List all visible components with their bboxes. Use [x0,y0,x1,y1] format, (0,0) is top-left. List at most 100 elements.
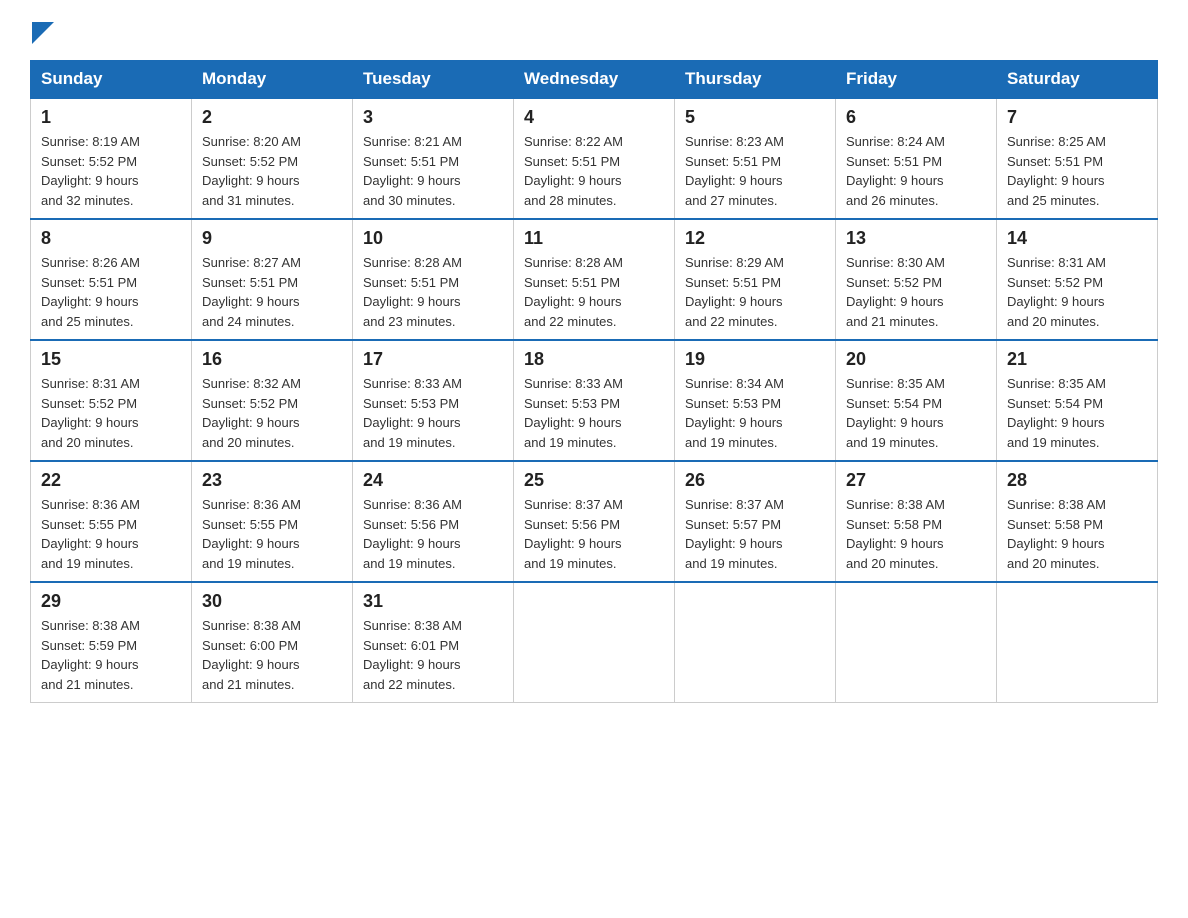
calendar-cell: 16 Sunrise: 8:32 AM Sunset: 5:52 PM Dayl… [192,340,353,461]
day-number: 21 [1007,349,1147,370]
day-info: Sunrise: 8:21 AM Sunset: 5:51 PM Dayligh… [363,132,503,210]
day-info: Sunrise: 8:28 AM Sunset: 5:51 PM Dayligh… [524,253,664,331]
day-number: 20 [846,349,986,370]
calendar-cell: 4 Sunrise: 8:22 AM Sunset: 5:51 PM Dayli… [514,98,675,219]
week-row-2: 8 Sunrise: 8:26 AM Sunset: 5:51 PM Dayli… [31,219,1158,340]
calendar-cell [514,582,675,703]
day-info: Sunrise: 8:22 AM Sunset: 5:51 PM Dayligh… [524,132,664,210]
calendar-cell: 26 Sunrise: 8:37 AM Sunset: 5:57 PM Dayl… [675,461,836,582]
day-number: 9 [202,228,342,249]
weekday-header-saturday: Saturday [997,61,1158,99]
day-number: 26 [685,470,825,491]
calendar-cell [836,582,997,703]
day-info: Sunrise: 8:38 AM Sunset: 5:58 PM Dayligh… [846,495,986,573]
day-info: Sunrise: 8:36 AM Sunset: 5:55 PM Dayligh… [41,495,181,573]
day-info: Sunrise: 8:30 AM Sunset: 5:52 PM Dayligh… [846,253,986,331]
day-number: 28 [1007,470,1147,491]
week-row-4: 22 Sunrise: 8:36 AM Sunset: 5:55 PM Dayl… [31,461,1158,582]
weekday-header-friday: Friday [836,61,997,99]
calendar-cell: 31 Sunrise: 8:38 AM Sunset: 6:01 PM Dayl… [353,582,514,703]
calendar-cell: 5 Sunrise: 8:23 AM Sunset: 5:51 PM Dayli… [675,98,836,219]
day-number: 19 [685,349,825,370]
calendar-cell: 19 Sunrise: 8:34 AM Sunset: 5:53 PM Dayl… [675,340,836,461]
day-number: 18 [524,349,664,370]
day-info: Sunrise: 8:34 AM Sunset: 5:53 PM Dayligh… [685,374,825,452]
calendar-cell: 15 Sunrise: 8:31 AM Sunset: 5:52 PM Dayl… [31,340,192,461]
calendar-cell: 6 Sunrise: 8:24 AM Sunset: 5:51 PM Dayli… [836,98,997,219]
day-info: Sunrise: 8:35 AM Sunset: 5:54 PM Dayligh… [1007,374,1147,452]
day-number: 11 [524,228,664,249]
day-info: Sunrise: 8:33 AM Sunset: 5:53 PM Dayligh… [363,374,503,452]
calendar-cell: 24 Sunrise: 8:36 AM Sunset: 5:56 PM Dayl… [353,461,514,582]
weekday-header-thursday: Thursday [675,61,836,99]
day-info: Sunrise: 8:25 AM Sunset: 5:51 PM Dayligh… [1007,132,1147,210]
day-number: 24 [363,470,503,491]
logo [30,20,54,44]
day-number: 5 [685,107,825,128]
page-header [30,20,1158,44]
day-info: Sunrise: 8:38 AM Sunset: 6:00 PM Dayligh… [202,616,342,694]
calendar-cell: 28 Sunrise: 8:38 AM Sunset: 5:58 PM Dayl… [997,461,1158,582]
calendar-cell: 22 Sunrise: 8:36 AM Sunset: 5:55 PM Dayl… [31,461,192,582]
day-number: 22 [41,470,181,491]
day-info: Sunrise: 8:26 AM Sunset: 5:51 PM Dayligh… [41,253,181,331]
weekday-header-tuesday: Tuesday [353,61,514,99]
calendar-cell: 11 Sunrise: 8:28 AM Sunset: 5:51 PM Dayl… [514,219,675,340]
week-row-1: 1 Sunrise: 8:19 AM Sunset: 5:52 PM Dayli… [31,98,1158,219]
calendar-cell: 13 Sunrise: 8:30 AM Sunset: 5:52 PM Dayl… [836,219,997,340]
calendar-cell: 1 Sunrise: 8:19 AM Sunset: 5:52 PM Dayli… [31,98,192,219]
day-number: 14 [1007,228,1147,249]
calendar-cell: 27 Sunrise: 8:38 AM Sunset: 5:58 PM Dayl… [836,461,997,582]
week-row-5: 29 Sunrise: 8:38 AM Sunset: 5:59 PM Dayl… [31,582,1158,703]
day-number: 3 [363,107,503,128]
day-number: 10 [363,228,503,249]
day-number: 15 [41,349,181,370]
weekday-header-row: SundayMondayTuesdayWednesdayThursdayFrid… [31,61,1158,99]
day-info: Sunrise: 8:28 AM Sunset: 5:51 PM Dayligh… [363,253,503,331]
day-number: 31 [363,591,503,612]
day-info: Sunrise: 8:36 AM Sunset: 5:55 PM Dayligh… [202,495,342,573]
day-info: Sunrise: 8:23 AM Sunset: 5:51 PM Dayligh… [685,132,825,210]
day-number: 27 [846,470,986,491]
calendar-cell: 29 Sunrise: 8:38 AM Sunset: 5:59 PM Dayl… [31,582,192,703]
weekday-header-sunday: Sunday [31,61,192,99]
day-info: Sunrise: 8:35 AM Sunset: 5:54 PM Dayligh… [846,374,986,452]
day-info: Sunrise: 8:36 AM Sunset: 5:56 PM Dayligh… [363,495,503,573]
weekday-header-wednesday: Wednesday [514,61,675,99]
day-number: 4 [524,107,664,128]
day-info: Sunrise: 8:31 AM Sunset: 5:52 PM Dayligh… [41,374,181,452]
day-number: 8 [41,228,181,249]
logo-arrow-icon [32,22,54,44]
day-number: 13 [846,228,986,249]
day-info: Sunrise: 8:29 AM Sunset: 5:51 PM Dayligh… [685,253,825,331]
day-info: Sunrise: 8:38 AM Sunset: 5:58 PM Dayligh… [1007,495,1147,573]
calendar-cell: 3 Sunrise: 8:21 AM Sunset: 5:51 PM Dayli… [353,98,514,219]
day-info: Sunrise: 8:37 AM Sunset: 5:57 PM Dayligh… [685,495,825,573]
day-info: Sunrise: 8:33 AM Sunset: 5:53 PM Dayligh… [524,374,664,452]
calendar-cell [997,582,1158,703]
calendar-cell: 9 Sunrise: 8:27 AM Sunset: 5:51 PM Dayli… [192,219,353,340]
calendar-cell: 25 Sunrise: 8:37 AM Sunset: 5:56 PM Dayl… [514,461,675,582]
day-info: Sunrise: 8:31 AM Sunset: 5:52 PM Dayligh… [1007,253,1147,331]
calendar-cell: 7 Sunrise: 8:25 AM Sunset: 5:51 PM Dayli… [997,98,1158,219]
day-info: Sunrise: 8:19 AM Sunset: 5:52 PM Dayligh… [41,132,181,210]
calendar-cell: 12 Sunrise: 8:29 AM Sunset: 5:51 PM Dayl… [675,219,836,340]
calendar-cell: 14 Sunrise: 8:31 AM Sunset: 5:52 PM Dayl… [997,219,1158,340]
day-number: 23 [202,470,342,491]
day-number: 12 [685,228,825,249]
calendar-cell: 2 Sunrise: 8:20 AM Sunset: 5:52 PM Dayli… [192,98,353,219]
calendar-cell: 23 Sunrise: 8:36 AM Sunset: 5:55 PM Dayl… [192,461,353,582]
day-info: Sunrise: 8:20 AM Sunset: 5:52 PM Dayligh… [202,132,342,210]
calendar-cell: 8 Sunrise: 8:26 AM Sunset: 5:51 PM Dayli… [31,219,192,340]
calendar-table: SundayMondayTuesdayWednesdayThursdayFrid… [30,60,1158,703]
day-number: 17 [363,349,503,370]
day-number: 7 [1007,107,1147,128]
day-number: 29 [41,591,181,612]
calendar-cell: 10 Sunrise: 8:28 AM Sunset: 5:51 PM Dayl… [353,219,514,340]
day-number: 2 [202,107,342,128]
calendar-cell: 21 Sunrise: 8:35 AM Sunset: 5:54 PM Dayl… [997,340,1158,461]
day-info: Sunrise: 8:38 AM Sunset: 5:59 PM Dayligh… [41,616,181,694]
calendar-cell: 30 Sunrise: 8:38 AM Sunset: 6:00 PM Dayl… [192,582,353,703]
day-number: 16 [202,349,342,370]
day-number: 6 [846,107,986,128]
